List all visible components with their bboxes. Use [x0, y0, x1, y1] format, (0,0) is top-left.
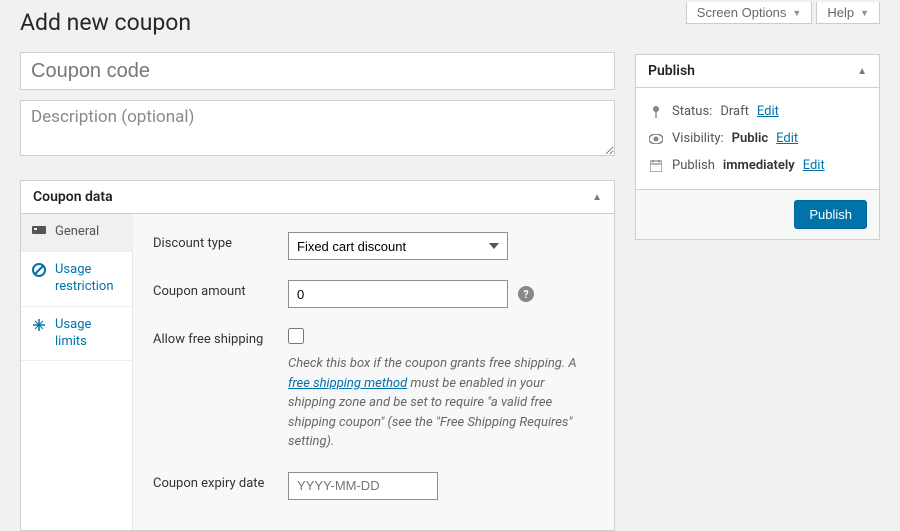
calendar-icon	[648, 160, 664, 172]
panel-toggle-icon[interactable]: ▲	[592, 192, 602, 203]
coupon-amount-label: Coupon amount	[153, 280, 288, 299]
help-button[interactable]: Help ▼	[816, 2, 880, 24]
description-input[interactable]	[20, 100, 615, 156]
schedule-edit-link[interactable]: Edit	[803, 158, 825, 173]
status-edit-link[interactable]: Edit	[757, 104, 779, 119]
free-shipping-help: Check this box if the coupon grants free…	[288, 354, 588, 452]
general-icon	[31, 225, 47, 235]
visibility-edit-link[interactable]: Edit	[776, 131, 798, 146]
publish-box-title: Publish	[648, 63, 695, 79]
visibility-label: Visibility:	[672, 131, 724, 146]
chevron-down-icon: ▼	[860, 8, 869, 18]
eye-icon	[648, 134, 664, 144]
free-shipping-checkbox[interactable]	[288, 328, 304, 344]
publish-button[interactable]: Publish	[794, 200, 867, 229]
publish-box: Publish ▲ Status: Draft Edit Visibility:	[635, 54, 880, 240]
coupon-code-input[interactable]	[20, 52, 615, 90]
schedule-label: Publish	[672, 158, 715, 173]
coupon-data-panel: Coupon data ▲ General Usage re	[20, 180, 615, 531]
help-icon[interactable]: ?	[518, 286, 534, 302]
status-value: Draft	[720, 104, 749, 119]
panel-toggle-icon[interactable]: ▲	[857, 66, 867, 77]
discount-type-label: Discount type	[153, 232, 288, 251]
free-shipping-label: Allow free shipping	[153, 328, 288, 347]
status-label: Status:	[672, 104, 712, 119]
help-label: Help	[827, 5, 854, 20]
schedule-value: immediately	[723, 158, 795, 173]
tab-usage-limits-label: Usage limits	[55, 317, 122, 351]
pin-icon	[648, 105, 664, 119]
restriction-icon	[31, 263, 47, 277]
visibility-value: Public	[732, 131, 768, 146]
expiry-input[interactable]	[288, 472, 438, 500]
tab-general[interactable]: General	[21, 214, 133, 252]
screen-options-button[interactable]: Screen Options ▼	[686, 2, 813, 24]
tab-general-label: General	[55, 224, 99, 241]
expiry-label: Coupon expiry date	[153, 472, 288, 491]
tab-usage-restriction-label: Usage restriction	[55, 262, 122, 296]
screen-options-label: Screen Options	[697, 5, 787, 20]
free-shipping-method-link[interactable]: free shipping method	[288, 376, 407, 391]
coupon-amount-input[interactable]	[288, 280, 508, 308]
chevron-down-icon: ▼	[792, 8, 801, 18]
coupon-data-title: Coupon data	[33, 189, 113, 205]
discount-type-select[interactable]: Fixed cart discount	[288, 232, 508, 260]
limits-icon	[31, 318, 47, 332]
tab-usage-limits[interactable]: Usage limits	[21, 307, 132, 362]
tab-usage-restriction[interactable]: Usage restriction	[21, 252, 132, 307]
